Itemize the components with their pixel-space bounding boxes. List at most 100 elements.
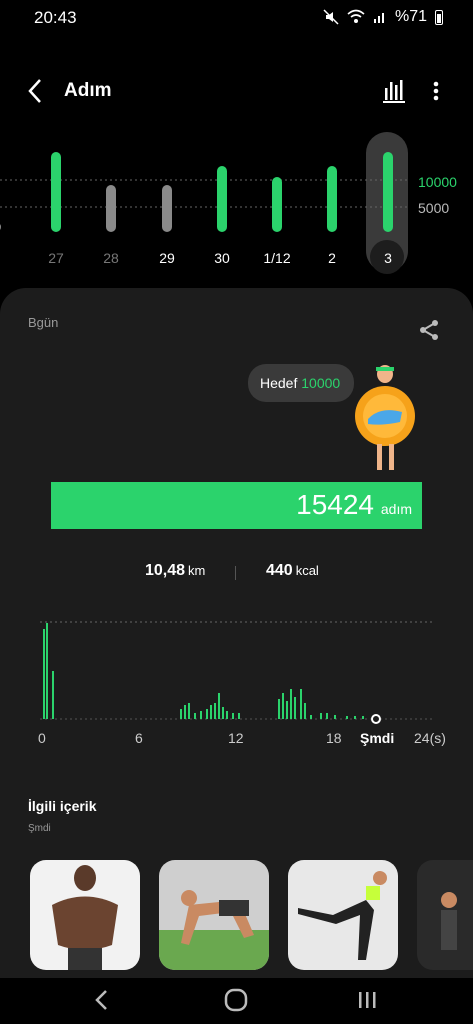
hourly-bar-20 <box>294 697 296 719</box>
calories-stat: 440 kcal <box>266 562 319 580</box>
hourly-bar-16 <box>278 699 280 719</box>
day-label-5[interactable]: 1/12 <box>257 250 297 266</box>
hourly-bar-17 <box>282 693 284 719</box>
hourly-bar-2 <box>52 671 54 719</box>
distance-stat: 10,48 km <box>145 562 205 580</box>
hour-label-6: 6 <box>135 730 143 746</box>
hour-label-now: Şmdi <box>360 730 395 746</box>
distance-unit: km <box>188 563 206 578</box>
hourly-bar-25 <box>326 713 328 719</box>
mascot-illustration <box>355 365 415 470</box>
weekly-bar-3[interactable] <box>162 185 172 232</box>
pushup-workout-image <box>159 860 269 970</box>
hourly-bar-13 <box>226 711 228 719</box>
goal-10000-label: 10000 <box>418 174 457 190</box>
hourly-bar-21 <box>300 689 302 719</box>
hourly-bar-23 <box>310 715 312 719</box>
related-thumb-3[interactable] <box>288 860 398 970</box>
battery-percent: %71 <box>394 8 427 25</box>
day-label-4[interactable]: 30 <box>202 250 242 266</box>
hourly-bar-5 <box>188 703 190 719</box>
hourly-bar-8 <box>206 709 208 719</box>
mute-icon <box>323 9 339 25</box>
system-nav-bar <box>0 978 473 1024</box>
kick-workout-image <box>288 860 398 970</box>
today-card: Bgün Hedef 10000 15424 adım 10,48 km 440 k… <box>0 288 473 978</box>
related-thumb-4[interactable] <box>417 860 473 970</box>
weekly-bar-1[interactable] <box>51 152 61 232</box>
hourly-bar-9 <box>210 705 212 719</box>
share-icon[interactable] <box>418 318 440 342</box>
day-label-1[interactable]: 27 <box>36 250 76 266</box>
related-thumb-1[interactable] <box>30 860 140 970</box>
status-time: 20:43 <box>34 8 77 27</box>
related-content-title: İlgili içerik <box>28 798 97 814</box>
hourly-bar-29 <box>362 716 364 719</box>
day-label-0[interactable]: 6 <box>0 250 16 266</box>
related-content-subtitle: Şmdi <box>28 823 51 834</box>
hourly-bar-18 <box>286 701 288 719</box>
hour-label-18: 18 <box>326 730 342 746</box>
back-button[interactable] <box>22 74 52 108</box>
hourly-bar-22 <box>304 703 306 719</box>
status-icons: %71 <box>323 8 443 26</box>
weekly-bar-6[interactable] <box>327 166 337 232</box>
battery-icon <box>435 9 443 25</box>
hourly-bar-19 <box>290 689 292 719</box>
signal-icon <box>373 13 384 23</box>
hourly-bar-15 <box>238 713 240 719</box>
hourly-steps-chart <box>40 621 432 724</box>
stats-divider <box>235 566 236 580</box>
goal-value: 10000 <box>301 375 341 391</box>
hourly-bar-1 <box>46 623 48 719</box>
day-label-7[interactable]: 3 <box>368 250 408 266</box>
nav-back-icon[interactable] <box>90 986 114 1014</box>
hourly-bar-12 <box>222 707 224 719</box>
steps-progress-bar: 15424 adım <box>51 482 422 529</box>
calories-value: 440 <box>266 562 293 579</box>
day-label-2[interactable]: 28 <box>91 250 131 266</box>
more-options-icon[interactable] <box>424 76 448 106</box>
steps-count: 15424 <box>296 489 374 520</box>
page-title: Adım <box>64 80 112 101</box>
hourly-bar-24 <box>320 713 322 719</box>
status-bar: 20:43 %71 <box>0 0 473 36</box>
nav-recent-apps-icon[interactable] <box>354 986 380 1014</box>
hourly-bar-26 <box>334 715 336 719</box>
goal-bubble: Hedef 10000 <box>248 364 354 402</box>
weekly-bar-0[interactable] <box>0 222 1 232</box>
today-label: Bgün <box>28 315 59 330</box>
calories-unit: kcal <box>295 563 319 578</box>
now-marker <box>371 714 381 724</box>
muscle-man-image <box>30 860 140 970</box>
weekly-steps-chart: 10000 5000 6 27 28 29 30 1/12 23 <box>0 130 473 280</box>
related-thumb-2[interactable] <box>159 860 269 970</box>
hourly-bar-4 <box>184 705 186 719</box>
hourly-bar-6 <box>194 713 196 719</box>
hourly-bar-10 <box>214 703 216 719</box>
hourly-bar-3 <box>180 709 182 719</box>
nav-home-icon[interactable] <box>222 986 250 1014</box>
weekly-bar-5[interactable] <box>272 177 282 232</box>
weekly-bar-4[interactable] <box>217 166 227 232</box>
weekly-bar-7[interactable] <box>383 152 393 232</box>
day-label-3[interactable]: 29 <box>147 250 187 266</box>
hourly-bar-0 <box>43 629 45 719</box>
goal-prefix: Hedef <box>260 375 298 391</box>
hourly-bar-14 <box>232 713 234 719</box>
hourly-bar-7 <box>200 711 202 719</box>
wifi-icon <box>347 9 365 23</box>
hour-label-24: 24(s) <box>414 730 446 746</box>
hour-label-12: 12 <box>228 730 244 746</box>
gym-workout-image <box>417 860 473 970</box>
steps-unit: adım <box>380 501 412 517</box>
hour-label-0: 0 <box>38 730 46 746</box>
app-header: Adım <box>0 72 473 112</box>
day-label-6[interactable]: 2 <box>312 250 352 266</box>
hourly-bar-27 <box>346 716 348 719</box>
weekly-bar-2[interactable] <box>106 185 116 232</box>
goal-5000-label: 5000 <box>418 200 450 216</box>
hourly-bar-11 <box>218 693 220 719</box>
chart-view-icon[interactable] <box>380 76 408 106</box>
distance-value: 10,48 <box>145 562 186 579</box>
